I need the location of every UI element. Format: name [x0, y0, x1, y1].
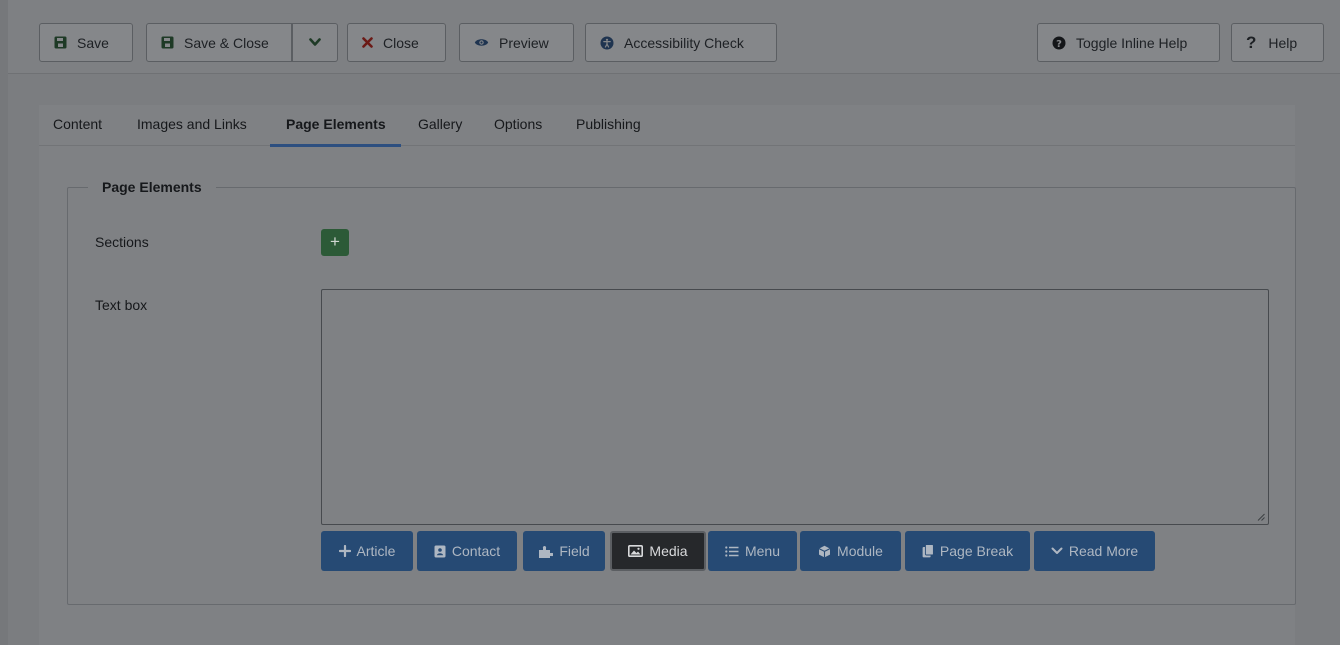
insert-field-button[interactable]: Field [523, 531, 605, 571]
insert-article-button[interactable]: Article [321, 531, 413, 571]
read-more-label: Read More [1068, 543, 1139, 559]
media-label: Media [649, 543, 688, 559]
save-button[interactable]: Save [39, 23, 133, 62]
accessibility-icon [600, 36, 614, 50]
insert-page-break-button[interactable]: Page Break [905, 531, 1030, 571]
module-label: Module [837, 543, 883, 559]
question-circle-icon: ? [1052, 36, 1066, 50]
chevron-down-icon [1051, 547, 1063, 555]
text-box-textarea[interactable] [321, 289, 1269, 525]
resize-handle-icon[interactable] [1257, 513, 1265, 521]
toggle-inline-help-button[interactable]: ? Toggle Inline Help [1037, 23, 1220, 62]
tab-gallery[interactable]: Gallery [418, 116, 462, 132]
floppy-disk-icon [54, 36, 67, 49]
insert-module-button[interactable]: Module [800, 531, 901, 571]
accessibility-check-button[interactable]: Accessibility Check [585, 23, 777, 62]
eye-icon [474, 37, 489, 48]
toggle-help-label: Toggle Inline Help [1076, 34, 1188, 51]
text-box-label: Text box [95, 297, 148, 313]
question-mark-icon: ? [1246, 32, 1257, 52]
save-label: Save [77, 34, 109, 51]
insert-menu-button[interactable]: Menu [708, 531, 797, 571]
fieldset-legend: Page Elements [102, 179, 202, 195]
add-section-button[interactable]: + [321, 229, 349, 256]
image-icon [628, 545, 644, 557]
page-edge [0, 0, 8, 645]
insert-contact-button[interactable]: Contact [417, 531, 517, 571]
plus-icon [338, 545, 351, 557]
list-icon [725, 545, 739, 557]
save-close-button[interactable]: Save & Close [146, 23, 292, 62]
toolbar: Save Save & Close Close Preview Accessib… [8, 0, 1340, 74]
accessibility-label: Accessibility Check [624, 34, 744, 51]
insert-media-button[interactable]: Media [610, 531, 706, 571]
preview-label: Preview [499, 34, 549, 51]
help-button[interactable]: ? Help [1231, 23, 1324, 62]
address-card-icon [434, 545, 446, 558]
tab-bar: Content Images and Links Page Elements G… [39, 105, 1295, 147]
close-button[interactable]: Close [347, 23, 446, 62]
tab-page-elements[interactable]: Page Elements [286, 116, 386, 132]
active-tab-indicator [270, 144, 401, 147]
copy-icon [922, 544, 934, 558]
menu-label: Menu [744, 543, 781, 559]
close-label: Close [383, 34, 419, 51]
article-label: Article [356, 543, 396, 559]
field-label: Field [559, 543, 590, 559]
puzzle-icon [538, 545, 554, 558]
chevron-down-icon [308, 34, 321, 52]
close-icon [362, 37, 373, 48]
contact-label: Contact [451, 543, 501, 559]
save-close-label: Save & Close [184, 34, 269, 51]
tab-images-and-links[interactable]: Images and Links [137, 116, 247, 132]
floppy-disk-icon [161, 36, 174, 49]
insert-read-more-button[interactable]: Read More [1034, 531, 1155, 571]
tab-publishing[interactable]: Publishing [576, 116, 641, 132]
page-break-label: Page Break [939, 543, 1014, 559]
tab-content[interactable]: Content [53, 116, 102, 132]
cube-icon [818, 545, 831, 558]
svg-text:?: ? [1056, 38, 1062, 49]
tab-options[interactable]: Options [494, 116, 542, 132]
article-edit-card: Content Images and Links Page Elements G… [39, 105, 1296, 645]
preview-button[interactable]: Preview [459, 23, 574, 62]
sections-label: Sections [95, 234, 149, 250]
save-options-dropdown[interactable] [292, 23, 338, 62]
help-label: Help [1268, 34, 1298, 51]
